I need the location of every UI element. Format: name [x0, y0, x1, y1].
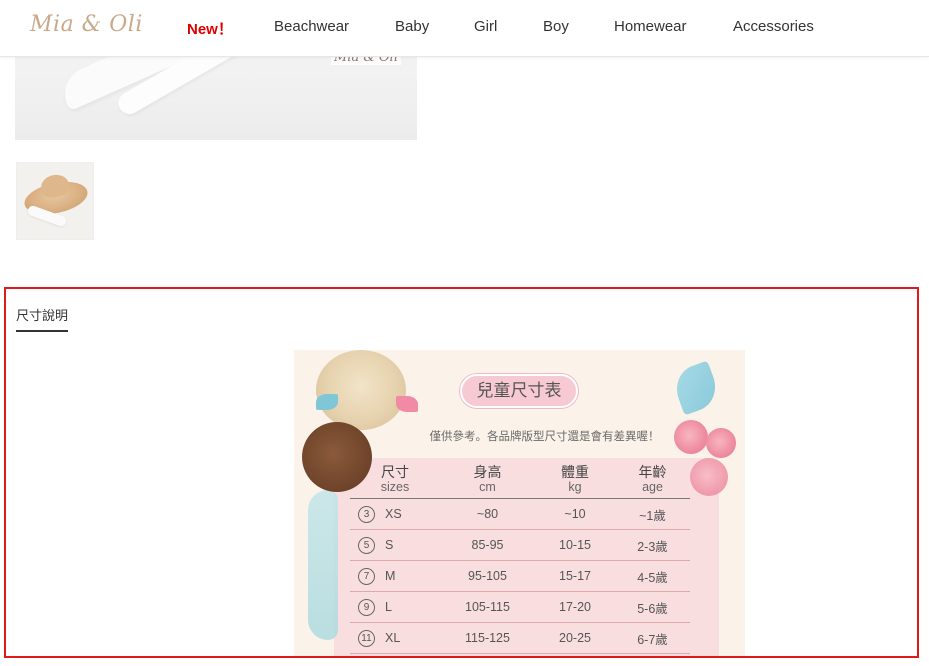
- tab-size-info[interactable]: 尺寸說明: [16, 305, 69, 332]
- column-header: 年齡 age: [615, 462, 690, 499]
- age-cell: 2-3歲: [615, 529, 690, 561]
- weight-cell: 20-25: [535, 622, 615, 654]
- height-cell: 115-125: [440, 622, 535, 654]
- column-header: 身高 cm: [440, 462, 535, 499]
- table-header-row: 尺寸 sizes 身高 cm 體重 kg 年齡 age: [350, 462, 690, 499]
- table-row: 11 XL 115-125 20-25 6-7歲: [350, 622, 690, 654]
- chart-title: 兒童尺寸表: [460, 374, 578, 408]
- size-label: S: [385, 537, 394, 552]
- column-header: 體重 kg: [535, 462, 615, 499]
- table-row: 5S 85-95 10-15 2-3歲: [350, 529, 690, 561]
- size-number-badge: 5: [358, 536, 375, 554]
- weight-cell: 10-15: [535, 529, 615, 561]
- table-row: 7M 95-105 15-17 4-5歲: [350, 560, 690, 592]
- weight-cell: 17-20: [535, 591, 615, 623]
- nav-item-accessories[interactable]: Accessories: [733, 18, 814, 35]
- age-cell: 5-6歲: [615, 591, 690, 623]
- age-cell: 6-7歲: [615, 622, 690, 654]
- pink-bow-icon: [396, 396, 418, 412]
- height-cell: 105-115: [440, 591, 535, 623]
- nav-item-beachwear[interactable]: Beachwear: [274, 18, 349, 35]
- size-number-badge: 3: [358, 505, 375, 523]
- nav-item-boy[interactable]: Boy: [543, 18, 569, 35]
- chart-subtitle: 僅供參考。各品牌版型尺寸還是會有差異喔！: [429, 431, 660, 443]
- size-number-badge: 9: [358, 598, 375, 616]
- nav-item-homewear[interactable]: Homewear: [614, 18, 687, 35]
- size-table: 尺寸 sizes 身高 cm 體重 kg 年齡 age 3 XS ~80 ~10 ~1歲 …: [350, 462, 690, 654]
- girl-illustration: [316, 350, 406, 430]
- flower-icon: [690, 458, 728, 496]
- butterfly-icon: [669, 360, 723, 416]
- size-info-section: 尺寸說明 兒童尺寸表 僅供參考。各品牌版型尺寸還是會有差異喔！ 尺寸 sizes …: [4, 287, 919, 658]
- height-cell: ~80: [440, 498, 535, 530]
- size-label: L: [385, 599, 392, 614]
- column-header: 尺寸 sizes: [350, 462, 440, 499]
- site-header: Mia & Oli New！ Beachwear Baby Girl Boy H…: [0, 0, 929, 57]
- age-cell: 4-5歲: [615, 560, 690, 592]
- nav-item-new[interactable]: New！: [187, 18, 233, 39]
- age-cell: ~1歲: [615, 498, 690, 530]
- table-row: 3 XS ~80 ~10 ~1歲: [350, 498, 690, 530]
- size-label: XS: [385, 506, 402, 521]
- size-label: XL: [385, 630, 401, 645]
- size-number-badge: 7: [358, 567, 375, 585]
- size-chart-image: 兒童尺寸表 僅供參考。各品牌版型尺寸還是會有差異喔！ 尺寸 sizes 身高 cm …: [294, 350, 745, 656]
- nav-item-baby[interactable]: Baby: [395, 18, 429, 35]
- blue-bow-icon: [316, 394, 338, 410]
- weight-cell: ~10: [535, 498, 615, 530]
- weight-cell: 15-17: [535, 560, 615, 592]
- girl-dress-illustration: [308, 490, 338, 640]
- brand-logo[interactable]: Mia & Oli: [30, 12, 143, 37]
- height-cell: 85-95: [440, 529, 535, 561]
- product-thumbnail[interactable]: [16, 162, 94, 240]
- height-cell: 95-105: [440, 560, 535, 592]
- nav-item-girl[interactable]: Girl: [474, 18, 497, 35]
- size-number-badge: 11: [358, 629, 375, 647]
- size-label: M: [385, 568, 396, 583]
- table-row: 9L 105-115 17-20 5-6歲: [350, 591, 690, 623]
